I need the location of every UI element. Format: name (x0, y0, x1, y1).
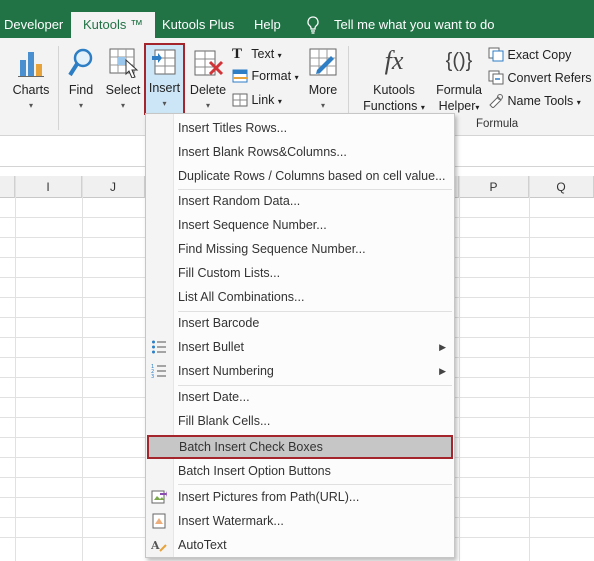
more-icon (309, 48, 337, 76)
menu-item-insert-numbering[interactable]: 1 2 3 Insert Numbering ▶ (146, 359, 454, 383)
menu-item-fill-custom-lists[interactable]: Fill Custom Lists... (146, 261, 454, 285)
delete-button[interactable]: Delete ▾ (187, 46, 229, 116)
submenu-arrow-icon: ▶ (439, 342, 446, 352)
more-button[interactable]: More ▾ (303, 46, 343, 116)
menu-item-insert-barcode[interactable]: Insert Barcode (146, 311, 454, 335)
select-icon (109, 48, 139, 78)
menu-item-duplicate-rows-columns[interactable]: Duplicate Rows / Columns based on cell v… (146, 164, 454, 188)
name-tools-label: Name Tools (507, 94, 574, 108)
menu-item-insert-blank-rows-columns[interactable]: Insert Blank Rows&Columns... (146, 140, 454, 164)
menu-item-insert-sequence-number[interactable]: Insert Sequence Number... (146, 213, 454, 237)
group-label-formula: Formula (476, 118, 519, 130)
exact-copy-label: Exact Copy (507, 48, 572, 62)
select-button[interactable]: Select ▾ (104, 46, 142, 116)
convert-refers-icon (488, 70, 504, 85)
tell-me-search[interactable]: Tell me what you want to do (334, 12, 494, 38)
tab-help[interactable]: Help (254, 12, 281, 38)
ribbon-separator (58, 46, 59, 130)
charts-icon (18, 52, 44, 77)
text-button[interactable]: T Text ▾ (232, 46, 282, 63)
menu-item-list-all-combinations[interactable]: List All Combinations... (146, 285, 454, 309)
chevron-down-icon: ▾ (28, 101, 33, 110)
kutools-functions-label-2: Functions ▾ (363, 99, 425, 113)
menu-item-autotext[interactable]: A AutoText (146, 533, 454, 557)
column-header-q[interactable]: Q (529, 176, 594, 198)
chevron-down-icon: ▾ (277, 97, 282, 106)
delete-label: Delete (189, 83, 227, 97)
more-label: More (308, 83, 338, 97)
bullet-icon (152, 340, 166, 354)
column-header-p[interactable]: P (459, 176, 529, 198)
name-tools-icon (489, 94, 503, 109)
column-header-j[interactable]: J (82, 176, 145, 198)
charts-label: Charts (12, 83, 50, 97)
autotext-icon: A (151, 539, 167, 552)
lightbulb-icon (307, 16, 319, 34)
menu-item-insert-random-data[interactable]: Insert Random Data... (146, 189, 454, 213)
chevron-down-icon: ▾ (576, 98, 581, 107)
formula-helper-icon: {()} (445, 50, 473, 72)
find-label: Find (68, 83, 94, 97)
text-label: Text (251, 47, 275, 61)
delete-icon (194, 50, 224, 76)
insert-icon (152, 49, 176, 75)
format-label: Format (251, 69, 292, 83)
link-label: Link (251, 93, 275, 107)
chevron-down-icon: ▾ (162, 99, 167, 108)
menu-item-insert-pictures-from-path[interactable]: Insert Pictures from Path(URL)... (146, 485, 454, 509)
kutools-functions-label-1: Kutools (373, 83, 415, 97)
menu-item-find-missing-sequence-number[interactable]: Find Missing Sequence Number... (146, 237, 454, 261)
numbering-icon: 1 2 3 (151, 364, 166, 379)
chevron-down-icon: ▾ (320, 101, 325, 110)
chevron-down-icon: ▾ (420, 103, 425, 112)
svg-text:3: 3 (151, 374, 154, 379)
insert-button[interactable]: Insert ▾ (144, 43, 185, 115)
column-header-blank (0, 176, 15, 198)
chevron-down-icon: ▾ (205, 101, 210, 110)
chevron-down-icon: ▾ (294, 73, 299, 82)
menu-item-insert-watermark[interactable]: Insert Watermark... (146, 509, 454, 533)
tab-kutools[interactable]: Kutools ™ (71, 12, 155, 38)
link-icon (232, 93, 248, 107)
watermark-icon (152, 513, 166, 529)
format-button[interactable]: Format ▾ (232, 69, 299, 83)
tab-developer[interactable]: Developer (4, 12, 63, 38)
insert-dropdown-menu: Insert Titles Rows... Insert Blank Rows&… (145, 113, 455, 558)
find-button[interactable]: Find ▾ (62, 46, 100, 116)
column-header-i[interactable]: I (15, 176, 82, 198)
chevron-down-icon: ▾ (120, 101, 125, 110)
convert-refers-button[interactable]: Convert Refers (488, 70, 592, 85)
picture-icon (151, 490, 167, 504)
link-button[interactable]: Link ▾ (232, 93, 282, 107)
tab-kutools-plus[interactable]: Kutools Plus (162, 12, 234, 38)
find-icon (68, 48, 93, 77)
submenu-arrow-icon: ▶ (439, 366, 446, 376)
fx-icon: fx (384, 46, 404, 75)
formula-helper-label-2: Helper▾ (438, 99, 480, 113)
menu-item-insert-titles-rows[interactable]: Insert Titles Rows... (146, 116, 454, 140)
formula-helper-label-1: Formula (436, 83, 482, 97)
convert-refers-label: Convert Refers (507, 71, 592, 85)
insert-label: Insert (148, 81, 181, 95)
chevron-down-icon: ▾ (475, 103, 480, 112)
select-label: Select (105, 83, 141, 97)
exact-copy-button[interactable]: Exact Copy (488, 47, 571, 62)
format-icon (232, 69, 248, 83)
menu-item-fill-blank-cells[interactable]: Fill Blank Cells... (146, 409, 454, 433)
menu-item-insert-date[interactable]: Insert Date... (146, 385, 454, 409)
charts-button[interactable]: Charts ▾ (10, 46, 52, 116)
chevron-down-icon: ▾ (277, 51, 282, 60)
menu-item-batch-insert-check-boxes[interactable]: Batch Insert Check Boxes (147, 435, 453, 459)
menu-item-batch-insert-option-buttons[interactable]: Batch Insert Option Buttons (146, 459, 454, 483)
menu-item-insert-bullet[interactable]: Insert Bullet ▶ (146, 335, 454, 359)
text-icon: T (232, 46, 243, 62)
ribbon-tab-bar: Developer Kutools ™ Kutools Plus Help Te… (0, 0, 594, 38)
name-tools-button[interactable]: Name Tools ▾ (488, 93, 581, 109)
chevron-down-icon: ▾ (78, 101, 83, 110)
exact-copy-icon (488, 47, 504, 62)
svg-text:A: A (151, 539, 160, 552)
